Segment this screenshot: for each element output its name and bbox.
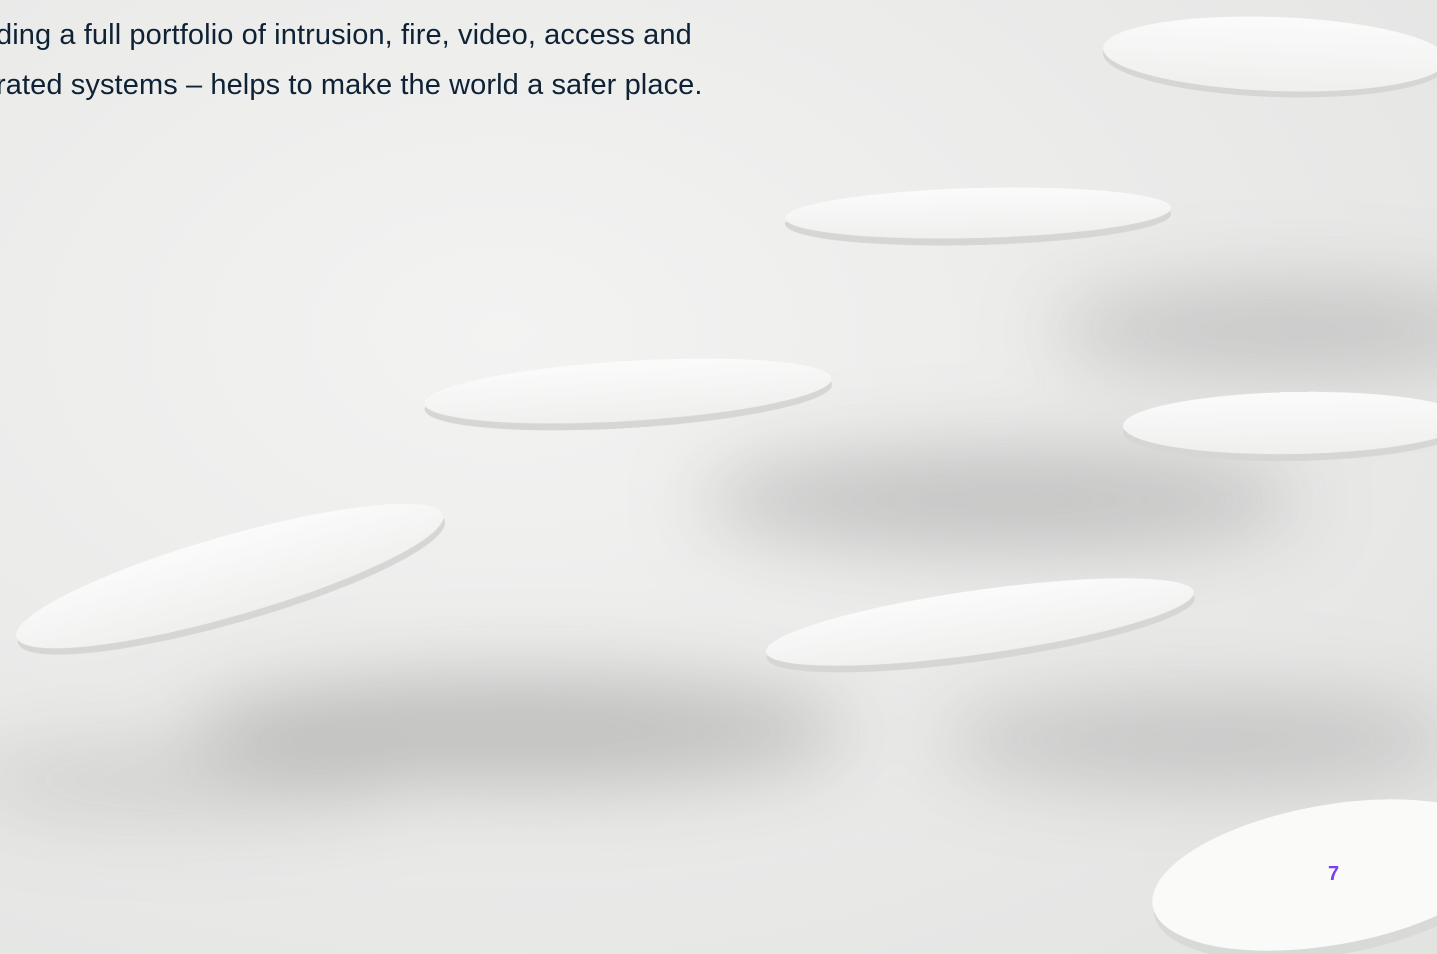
page-number: 7 xyxy=(1328,863,1340,885)
intro-line-1: ding a full portfolio of intrusion, fire… xyxy=(0,19,692,51)
intro-paragraph: ding a full portfolio of intrusion, fire… xyxy=(0,10,816,110)
shadow-4 xyxy=(940,695,1437,785)
intro-line-2: rated systems – helps to make the world … xyxy=(0,69,703,101)
shadow-2 xyxy=(700,450,1300,550)
floating-discs-illustration xyxy=(0,0,1437,954)
